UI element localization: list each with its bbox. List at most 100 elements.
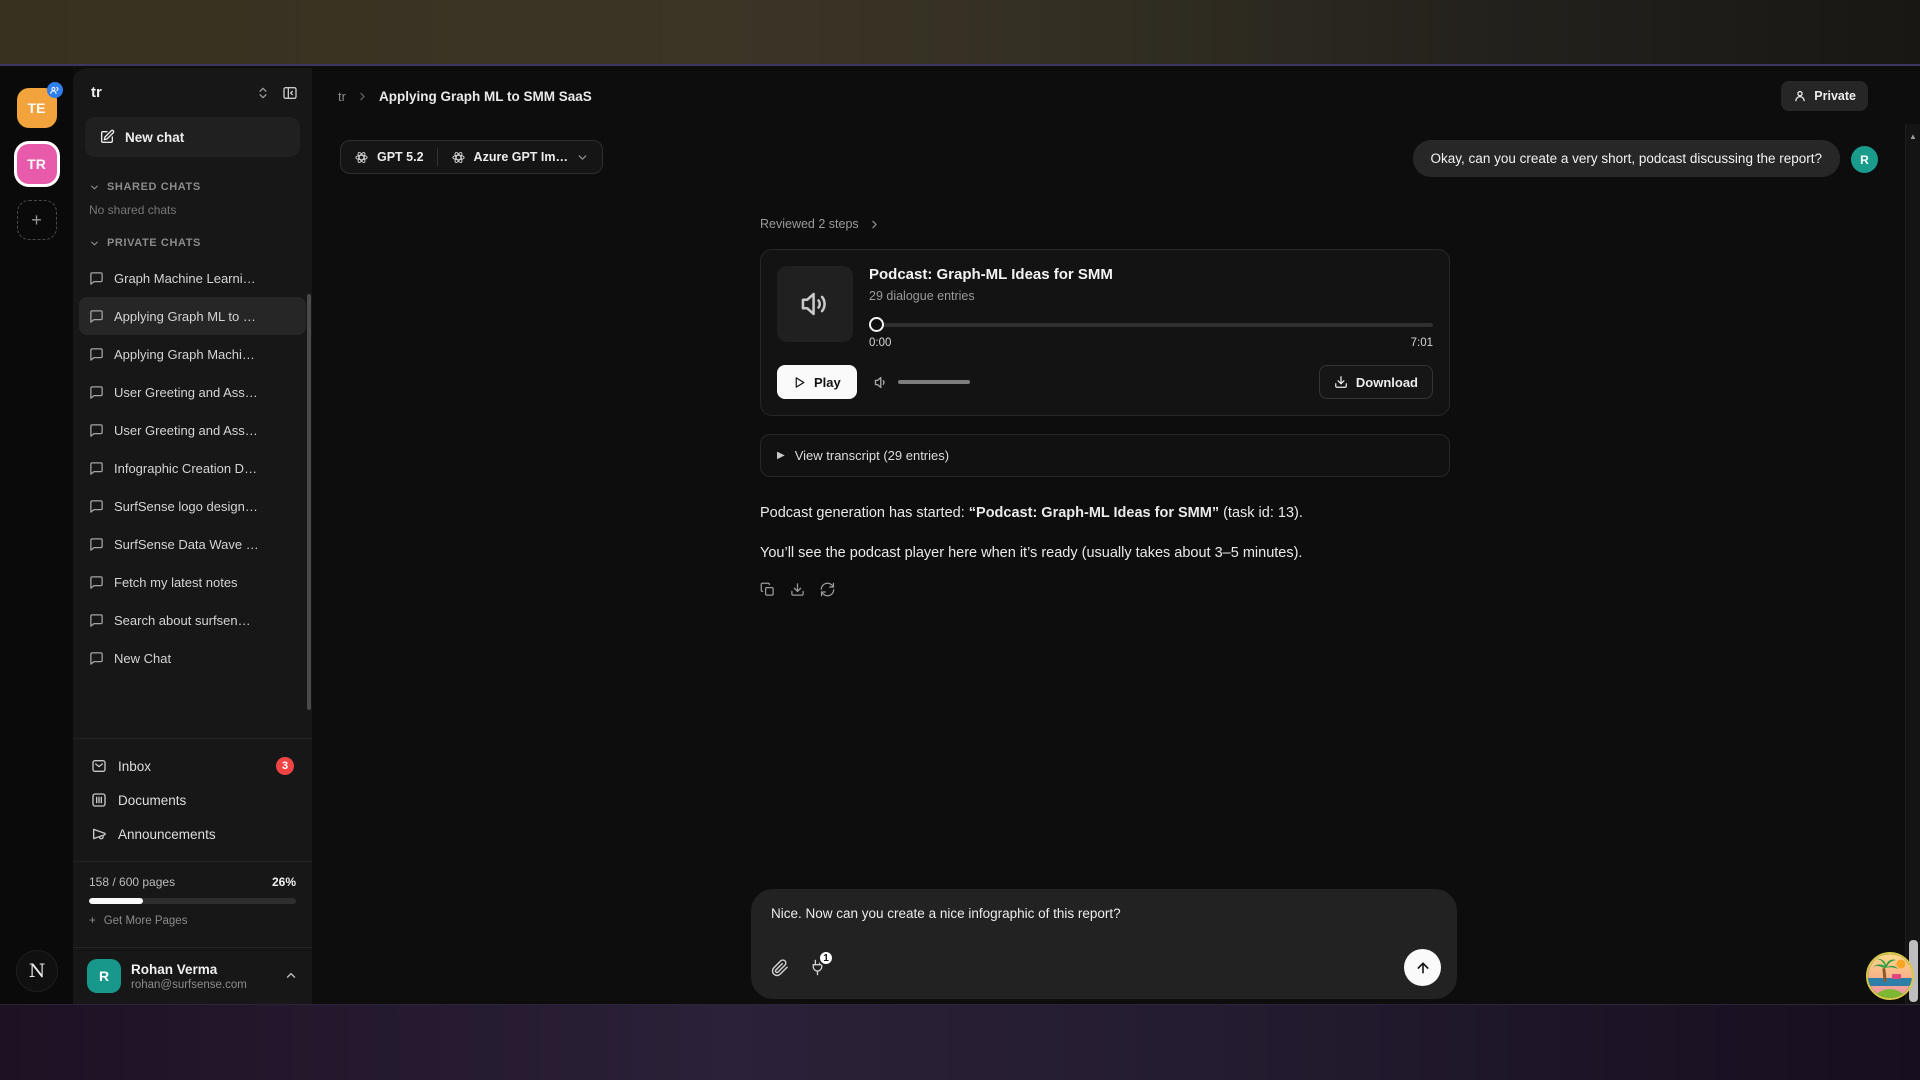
private-chats-section-header[interactable]: PRIVATE CHATS bbox=[73, 223, 312, 255]
collapse-sidebar-button[interactable] bbox=[282, 85, 298, 101]
attach-file-button[interactable] bbox=[771, 959, 789, 977]
user-menu-button[interactable]: R Rohan Verma rohan@surfsense.com bbox=[73, 947, 312, 1004]
speaker-icon bbox=[798, 287, 832, 321]
inbox-icon bbox=[91, 758, 107, 774]
reviewed-steps-toggle[interactable]: Reviewed 2 steps bbox=[760, 217, 1450, 231]
chevrons-up-down-icon bbox=[256, 86, 270, 100]
refresh-icon bbox=[820, 582, 835, 597]
usage-panel: 158 / 600 pages 26% + Get More Pages bbox=[73, 861, 312, 937]
download-icon bbox=[1334, 375, 1348, 389]
copy-icon bbox=[760, 582, 775, 597]
workspace-button-tr[interactable]: TR bbox=[17, 144, 57, 184]
chat-list-item[interactable]: New Chat bbox=[79, 639, 306, 677]
download-message-button[interactable] bbox=[790, 582, 805, 597]
no-shared-chats-note: No shared chats bbox=[73, 199, 312, 223]
usage-progress-bar bbox=[89, 898, 296, 904]
main-scrollbar[interactable]: ▲ bbox=[1905, 124, 1920, 1004]
play-button[interactable]: Play bbox=[777, 365, 857, 399]
copy-button[interactable] bbox=[760, 582, 775, 597]
arrow-up-icon bbox=[1415, 960, 1431, 976]
current-time: 0:00 bbox=[869, 337, 891, 349]
openai-logo-icon bbox=[451, 150, 466, 165]
chat-bubble-icon bbox=[89, 651, 104, 666]
model-and-message-row: GPT 5.2 Azure GPT Im… Okay, can you crea… bbox=[312, 124, 1920, 177]
chat-bubble-icon bbox=[89, 385, 104, 400]
assistant-message-line2: You’ll see the podcast player here when … bbox=[760, 543, 1450, 563]
sidebar-item-documents[interactable]: Documents bbox=[73, 783, 312, 817]
podcast-title: Podcast: Graph-ML Ideas for SMM bbox=[869, 266, 1433, 283]
chat-bubble-icon bbox=[89, 271, 104, 286]
inbox-unread-badge: 3 bbox=[276, 757, 294, 775]
chat-list-item[interactable]: Search about surfsen… bbox=[79, 601, 306, 639]
openai-logo-icon bbox=[354, 150, 369, 165]
usage-progress-fill bbox=[89, 898, 143, 904]
sidebar-item-announcements[interactable]: Announcements bbox=[73, 817, 312, 851]
total-time: 7:01 bbox=[1411, 337, 1433, 349]
workspace-switcher-button[interactable] bbox=[256, 85, 270, 101]
view-transcript-toggle[interactable]: ▶ View transcript (29 entries) bbox=[760, 434, 1450, 477]
volume-icon[interactable] bbox=[873, 374, 890, 391]
composer[interactable]: Nice. Now can you create a nice infograp… bbox=[751, 889, 1457, 999]
send-button[interactable] bbox=[1404, 949, 1441, 986]
desktop-bottom-band bbox=[0, 1004, 1920, 1080]
download-button[interactable]: Download bbox=[1319, 365, 1433, 399]
chat-bubble-icon bbox=[89, 309, 104, 324]
user-email: rohan@surfsense.com bbox=[131, 979, 247, 991]
scroll-up-arrow[interactable]: ▲ bbox=[1906, 124, 1920, 141]
megaphone-icon bbox=[91, 826, 107, 842]
chat-list-item[interactable]: SurfSense logo design… bbox=[79, 487, 306, 525]
main-header: tr Applying Graph ML to SMM SaaS Private bbox=[312, 68, 1920, 124]
app-logo[interactable]: N bbox=[16, 950, 58, 992]
connectors-button[interactable]: 1 bbox=[809, 959, 826, 976]
model-selector: GPT 5.2 Azure GPT Im… bbox=[340, 140, 603, 174]
user-name: Rohan Verma bbox=[131, 962, 247, 977]
app-window: TE TR + N tr bbox=[0, 68, 1920, 1004]
chevron-up-icon bbox=[284, 969, 298, 983]
chat-list-item[interactable]: Fetch my latest notes bbox=[79, 563, 306, 601]
workspace-button-te[interactable]: TE bbox=[17, 88, 57, 128]
chat-list-item[interactable]: User Greeting and Ass… bbox=[79, 373, 306, 411]
user-avatar: R bbox=[87, 959, 121, 993]
chat-list-item[interactable]: Graph Machine Learni… bbox=[79, 259, 306, 297]
island-extension-badge[interactable] bbox=[1866, 952, 1914, 1000]
user-message-bubble: Okay, can you create a very short, podca… bbox=[1413, 140, 1840, 177]
workspace-initials: TE bbox=[28, 100, 46, 116]
podcast-seek-slider[interactable] bbox=[869, 317, 1433, 333]
chat-list-item-active[interactable]: Applying Graph ML to … bbox=[79, 297, 306, 335]
composer-input[interactable]: Nice. Now can you create a nice infograp… bbox=[771, 906, 1437, 921]
workspace-members-badge bbox=[47, 82, 63, 98]
chevron-down-icon bbox=[89, 238, 100, 249]
download-icon bbox=[790, 582, 805, 597]
breadcrumb-workspace[interactable]: tr bbox=[338, 89, 346, 104]
pages-used-label: 158 / 600 pages bbox=[89, 875, 175, 889]
volume-slider[interactable] bbox=[898, 380, 970, 384]
model-secondary-button[interactable]: Azure GPT Im… bbox=[438, 141, 602, 173]
panel-left-icon bbox=[282, 85, 298, 101]
chat-bubble-icon bbox=[89, 499, 104, 514]
chat-list-item[interactable]: SurfSense Data Wave … bbox=[79, 525, 306, 563]
chat-bubble-icon bbox=[89, 461, 104, 476]
sidebar-item-inbox[interactable]: Inbox 3 bbox=[73, 749, 312, 783]
chat-list-item[interactable]: Applying Graph Machi… bbox=[79, 335, 306, 373]
new-chat-button[interactable]: New chat bbox=[85, 117, 300, 157]
privacy-button[interactable]: Private bbox=[1781, 81, 1868, 111]
regenerate-button[interactable] bbox=[820, 582, 835, 597]
podcast-player-card: Podcast: Graph-ML Ideas for SMM 29 dialo… bbox=[760, 249, 1450, 416]
get-more-pages-button[interactable]: + Get More Pages bbox=[89, 915, 296, 927]
documents-icon bbox=[91, 792, 107, 808]
chat-bubble-icon bbox=[89, 347, 104, 362]
add-workspace-button[interactable]: + bbox=[17, 200, 57, 240]
seek-thumb[interactable] bbox=[869, 317, 884, 332]
chevron-down-icon bbox=[89, 182, 100, 193]
sidebar-header: tr bbox=[73, 68, 312, 113]
chat-list-item[interactable]: Infographic Creation D… bbox=[79, 449, 306, 487]
users-icon bbox=[50, 86, 59, 95]
chevron-right-icon bbox=[356, 90, 369, 103]
sidebar-scrollbar-thumb[interactable] bbox=[307, 294, 311, 710]
assistant-message-line1: Podcast generation has started: “Podcast… bbox=[760, 503, 1450, 523]
chat-bubble-icon bbox=[89, 613, 104, 628]
plus-icon: + bbox=[31, 210, 42, 231]
chat-list-item[interactable]: User Greeting and Ass… bbox=[79, 411, 306, 449]
shared-chats-section-header[interactable]: SHARED CHATS bbox=[73, 167, 312, 199]
model-primary-button[interactable]: GPT 5.2 bbox=[341, 141, 437, 173]
